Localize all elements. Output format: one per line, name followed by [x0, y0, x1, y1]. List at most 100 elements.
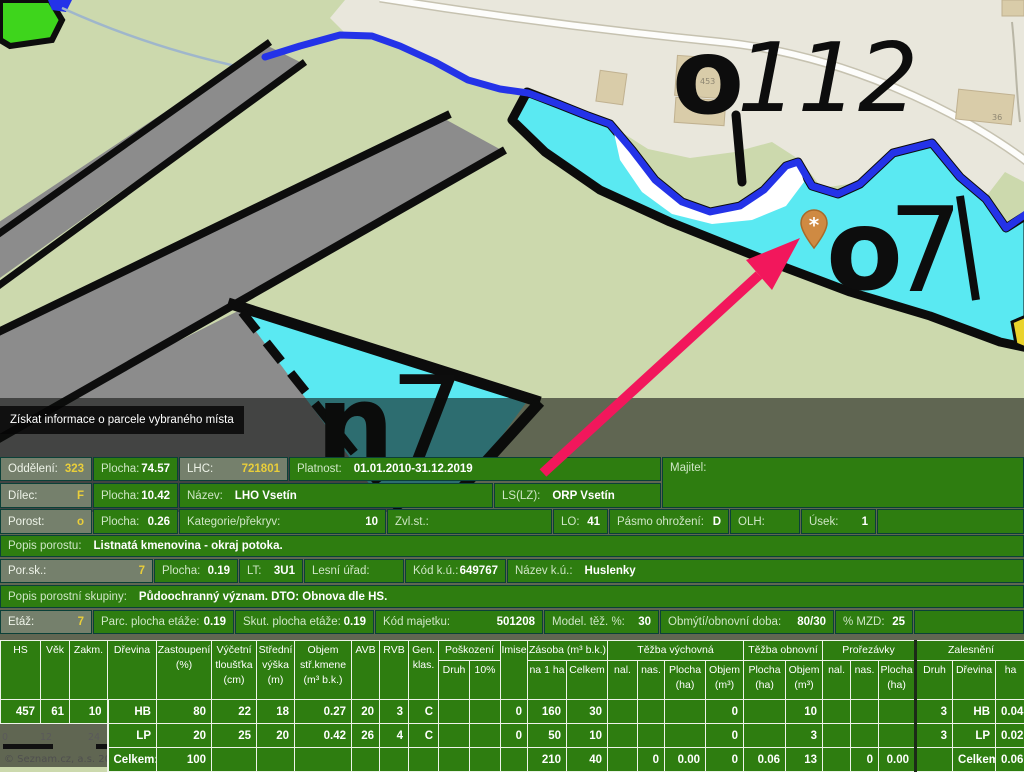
col-header: Věk: [41, 641, 70, 700]
species-cell: [823, 700, 851, 724]
species-cell: 22: [212, 700, 257, 724]
field-label: Skut. plocha etáže:: [243, 616, 341, 628]
species-cell: [823, 748, 851, 772]
field-popis-skupiny: Popis porostní skupiny:Půdoochranný význ…: [0, 585, 1024, 608]
species-cell: 3: [786, 724, 823, 748]
species-cell: 0: [706, 748, 744, 772]
field-label: Úsek:: [809, 516, 838, 528]
species-cell: 50: [528, 724, 567, 748]
field-model-tez: Model. těž. %:30: [544, 610, 659, 634]
field-popis-porostu: Popis porostu:Listnatá kmenovina - okraj…: [0, 535, 1024, 557]
species-cell: 20: [352, 700, 380, 724]
field-value: 74.57: [141, 463, 170, 475]
species-cell: 4: [380, 724, 409, 748]
field-value: LHO Vsetín: [235, 490, 297, 502]
field-label: Lesní úřad:: [312, 565, 370, 577]
field-parc-plocha: Parc. plocha etáže:0.19: [93, 610, 234, 634]
species-cell: 0.02: [996, 724, 1024, 748]
species-row-total: Celkem:1002104000.0000.061300.00Celkem:0…: [1, 748, 1024, 772]
species-cell: [608, 748, 638, 772]
field-label: Plocha:: [101, 490, 139, 502]
species-table: HS Věk Zakm. Dřevina Zastoupení (%) Výče…: [0, 640, 1024, 772]
col-subheader: Objem (m³): [706, 661, 744, 700]
species-cell: 100: [157, 748, 212, 772]
species-cell: [41, 748, 70, 772]
svg-text:*: *: [809, 213, 820, 237]
col-subheader: Plocha (ha): [744, 661, 786, 700]
species-cell: [608, 724, 638, 748]
species-cell: 0: [501, 724, 528, 748]
species-cell: [70, 724, 108, 748]
species-cell: Celkem:: [953, 748, 996, 772]
col-subheader: Plocha (ha): [665, 661, 706, 700]
field-etaz: Etáž:7: [0, 610, 92, 634]
field-label: Kategorie/překryv:: [187, 516, 280, 528]
field-label: Dílec:: [8, 490, 37, 502]
field-lesni-urad: Lesní úřad:: [304, 559, 404, 583]
field-porsk: Por.sk.: 7: [0, 559, 153, 583]
species-cell: HB: [953, 700, 996, 724]
species-cell: 30: [567, 700, 608, 724]
field-label: Název k.ú.:: [515, 565, 573, 577]
species-cell: C: [409, 724, 439, 748]
field-label: LT:: [247, 565, 262, 577]
field-plocha-oddeleni: Plocha:74.57: [93, 457, 178, 481]
parcel-label-o112: o: [672, 16, 744, 138]
species-cell: 40: [567, 748, 608, 772]
field-label: Porost:: [8, 516, 44, 528]
col-group-header: Těžba obnovní: [744, 641, 823, 661]
col-subheader: Druh: [439, 661, 470, 700]
field-platnost: Platnost:01.01.2010-31.12.2019: [289, 457, 661, 481]
field-label: Plocha:: [101, 463, 139, 475]
col-header: Dřevina: [108, 641, 157, 700]
species-cell: [380, 748, 409, 772]
field-label: LS(LZ):: [502, 490, 540, 502]
species-cell: 10: [70, 700, 108, 724]
field-plocha-porost: Plocha:0.26: [93, 509, 178, 534]
field-value: 0.26: [148, 516, 170, 528]
field-label: Por.sk.:: [8, 565, 46, 577]
field-label: Pásmo ohrožení:: [617, 516, 704, 528]
species-cell: [409, 748, 439, 772]
field-label: Oddělení:: [8, 463, 58, 475]
species-cell: 210: [528, 748, 567, 772]
col-subheader: nas.: [851, 661, 879, 700]
field-value: 721801: [242, 463, 280, 475]
field-label: Název:: [187, 490, 223, 502]
field-zvlst: Zvl.st.:: [387, 509, 552, 534]
species-cell: 0.06: [996, 748, 1024, 772]
species-cell: 80: [157, 700, 212, 724]
field-value: Půdoochranný význam. DTO: Obnova dle HS.: [139, 591, 387, 603]
species-cell: [70, 748, 108, 772]
species-cell: [851, 724, 879, 748]
field-label: LO:: [561, 516, 580, 528]
field-label: Zvl.st.:: [395, 516, 429, 528]
field-oddeleni: Oddělení:323: [0, 457, 92, 481]
field-value: 10: [365, 516, 378, 528]
field-skut-plocha: Skut. plocha etáže:0.19: [235, 610, 374, 634]
field-value: 01.01.2010-31.12.2019: [354, 463, 473, 475]
species-cell: [665, 700, 706, 724]
species-cell: 0: [501, 700, 528, 724]
species-cell: 0: [706, 700, 744, 724]
field-majitel: Majitel:: [662, 457, 1024, 508]
field-value: 25: [892, 616, 905, 628]
parcel-label-o112-num: 112: [737, 24, 918, 134]
field-porost: Porost:o: [0, 509, 92, 534]
col-header: Imise: [501, 641, 528, 700]
col-header: Objem stř.kmene (m³ b.k.): [295, 641, 352, 700]
species-cell: [41, 724, 70, 748]
col-subheader: na 1 ha: [528, 661, 567, 700]
species-cell: [1, 748, 41, 772]
species-cell: 10: [786, 700, 823, 724]
species-cell: 25: [212, 724, 257, 748]
species-cell: Celkem:: [108, 748, 157, 772]
col-header: HS: [1, 641, 41, 700]
col-header: RVB: [380, 641, 409, 700]
field-plocha-dilec: Plocha:10.42: [93, 483, 178, 508]
col-header: Gen. klas.: [409, 641, 439, 700]
species-cell: LP: [953, 724, 996, 748]
col-header: Střední výška (m): [257, 641, 295, 700]
species-cell: 3: [380, 700, 409, 724]
field-value: 7: [139, 565, 145, 577]
